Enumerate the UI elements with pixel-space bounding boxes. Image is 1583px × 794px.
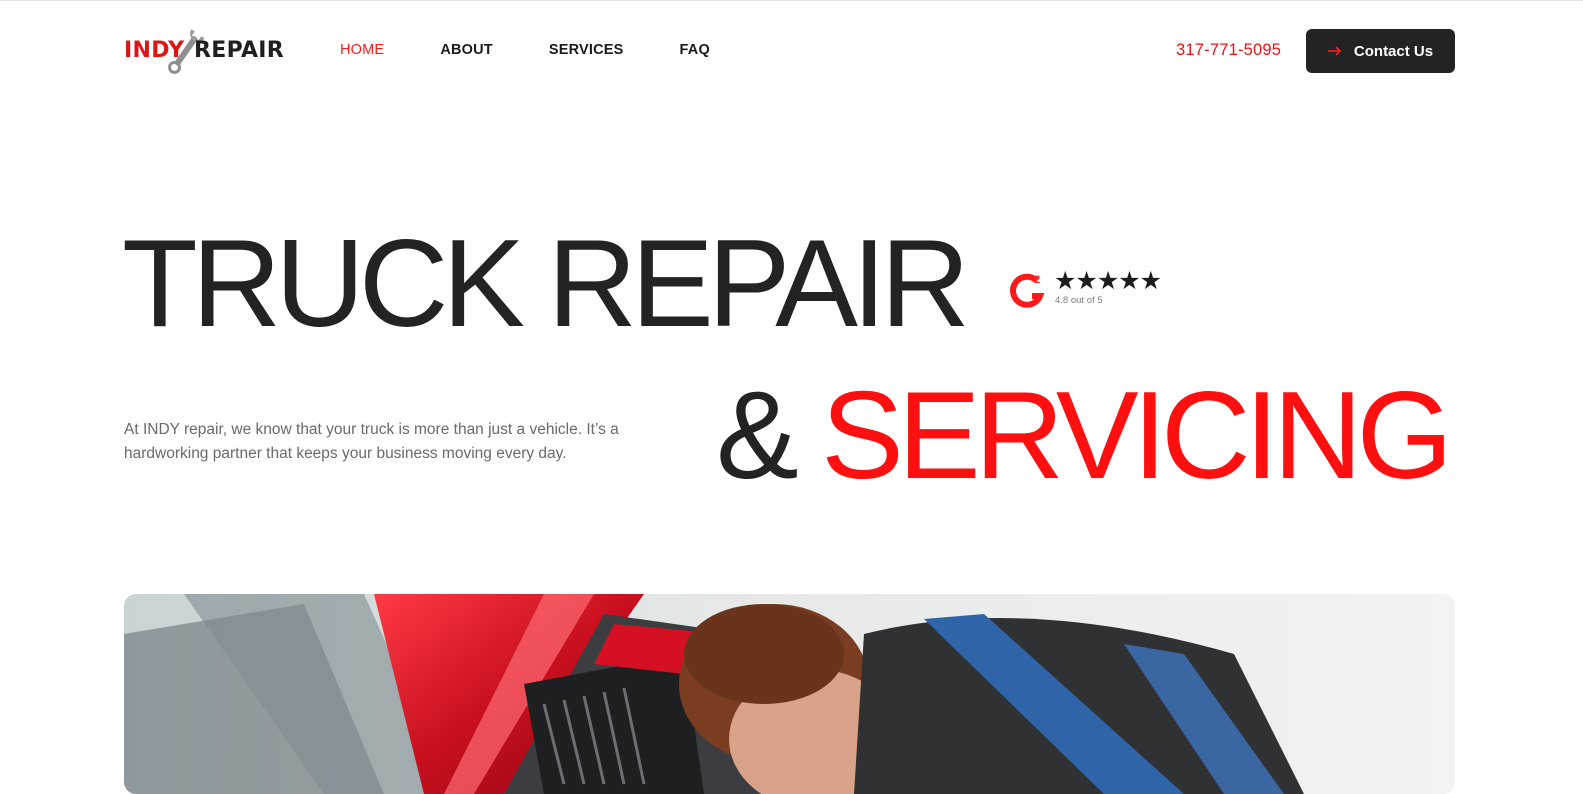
rating-text: 4.8 out of 5 [1055,295,1103,306]
hero-highlight: SERVICING [821,367,1453,505]
site-logo[interactable]: INDY REPAIR [124,26,284,76]
main-nav: HOME ABOUT SERVICES FAQ [340,42,766,58]
star-rating: ★★★★★ [1054,266,1162,295]
g2-rating: 2 ★★★★★ 4.8 out of 5 [1010,266,1190,310]
logo-repair-text: REPAIR [194,38,285,63]
arrow-right-icon [1327,46,1342,56]
nav-about[interactable]: ABOUT [440,42,493,58]
nav-home[interactable]: HOME [340,42,384,58]
hero-image-mechanic [124,594,1455,794]
hero-title-line2: & SERVICING [716,374,1453,498]
svg-text:2: 2 [1034,274,1040,286]
hero-ampersand: & [716,367,799,505]
nav-faq[interactable]: FAQ [680,42,710,58]
g2-icon: 2 [1010,273,1045,308]
contact-us-label: Contact Us [1353,42,1434,60]
phone-link[interactable]: 317-771-5095 [1176,41,1281,60]
hero-title-line1: TRUCK REPAIR [122,215,970,353]
site-header: INDY REPAIR HOME ABOUT SERVICES FAQ 317-… [0,0,1583,100]
contact-us-button[interactable]: Contact Us [1306,29,1455,73]
hero-description: At INDY repair, we know that your truck … [124,421,619,462]
nav-services[interactable]: SERVICES [549,42,624,58]
